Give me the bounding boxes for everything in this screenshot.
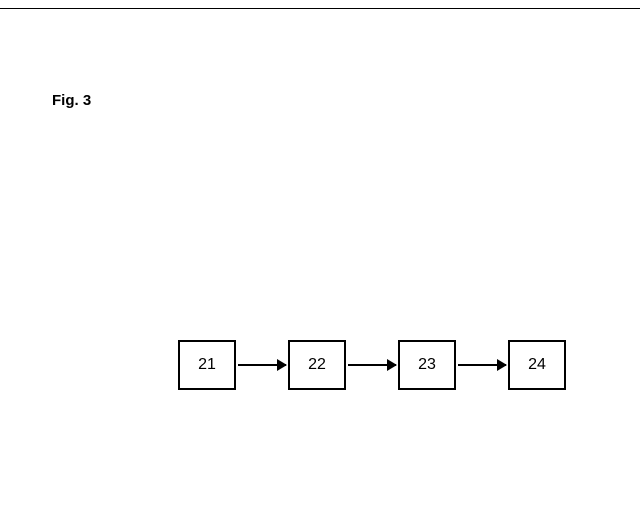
top-border-rule <box>0 8 640 9</box>
flow-box-label: 22 <box>308 356 326 374</box>
flow-box-23: 23 <box>398 340 456 390</box>
flow-box-21: 21 <box>178 340 236 390</box>
flow-box-24: 24 <box>508 340 566 390</box>
flow-box-label: 21 <box>198 356 216 374</box>
figure-label: Fig. 3 <box>52 92 91 109</box>
arrow-icon <box>458 364 506 366</box>
flow-box-22: 22 <box>288 340 346 390</box>
flow-box-label: 24 <box>528 356 546 374</box>
arrow-icon <box>348 364 396 366</box>
page: Fig. 3 21 22 23 24 <box>0 0 640 520</box>
flow-box-label: 23 <box>418 356 436 374</box>
arrow-icon <box>238 364 286 366</box>
flow-diagram: 21 22 23 24 <box>178 340 566 390</box>
